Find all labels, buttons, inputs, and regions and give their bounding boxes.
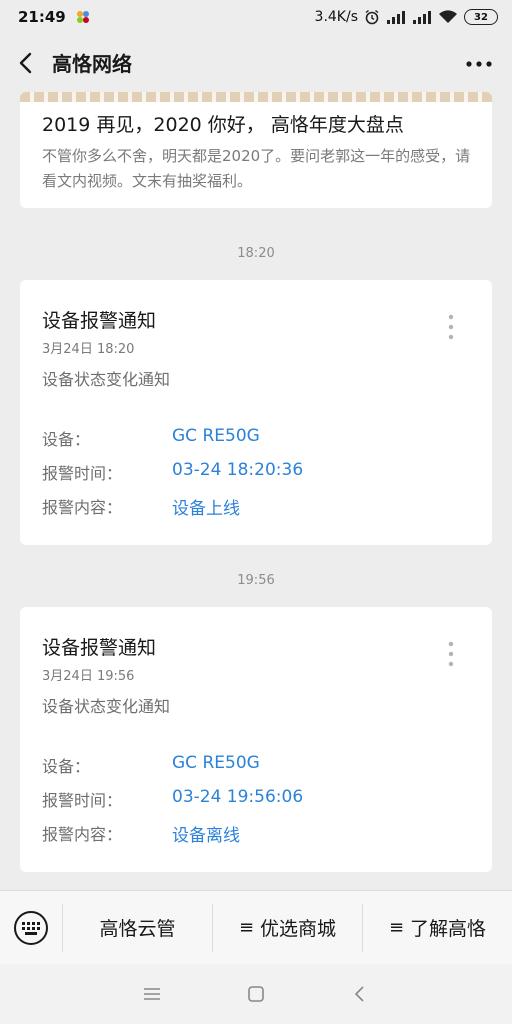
field-label: 报警内容：: [42, 498, 123, 517]
field-label: 报警时间：: [42, 464, 123, 483]
network-speed: 3.4K/s: [314, 9, 358, 25]
system-nav-bar: [0, 964, 512, 1024]
battery-icon: 32: [464, 9, 498, 25]
field-value: 03-24 18:20:36: [172, 460, 304, 480]
field-label: 设备：: [42, 757, 91, 776]
menu-item-shop[interactable]: ≡ 优选商城: [212, 903, 362, 952]
signal-icon-2: [413, 11, 431, 24]
menu-lines-icon: ≡: [238, 917, 255, 938]
field-device: 设备： GC RE50G: [42, 753, 482, 777]
status-time: 21:49: [18, 8, 66, 26]
field-label: 设备：: [42, 430, 91, 449]
article-cover-edge: [20, 92, 492, 102]
field-value: 03-24 19:56:06: [172, 787, 304, 807]
menu-item-cloud-manage[interactable]: 高恪云管: [62, 903, 212, 952]
article-title: 2019 再见，2020 你好， 高恪年度大盘点: [42, 114, 404, 136]
alarm-notice-card[interactable]: 设备报警通知 3月24日 19:56 设备状态变化通知 设备： GC RE50G…: [20, 607, 492, 872]
field-label: 报警内容：: [42, 825, 123, 844]
notice-subtitle: 设备状态变化通知: [42, 697, 171, 716]
keyboard-icon: [14, 910, 48, 945]
article-description: 不管你多么不舍，明天都是2020了。要问老郭这一年的感受，请看文内视频。文末有抽…: [42, 147, 471, 190]
message-feed[interactable]: 2019 再见，2020 你好， 高恪年度大盘点 不管你多么不舍，明天都是202…: [0, 92, 512, 890]
field-alarm-content: 报警内容： 设备离线: [42, 821, 482, 846]
menu-item-label: 优选商城: [260, 918, 337, 940]
kebab-icon[interactable]: [448, 314, 454, 340]
more-dots-icon[interactable]: [466, 60, 492, 68]
field-alarm-content: 报警内容： 设备上线: [42, 494, 482, 519]
field-device: 设备： GC RE50G: [42, 426, 482, 450]
field-alarm-time: 报警时间： 03-24 19:56:06: [42, 787, 482, 811]
page-title: 高恪网络: [52, 52, 132, 76]
kebab-icon[interactable]: [448, 641, 454, 667]
hamburger-icon: [144, 988, 160, 1000]
notice-subtitle: 设备状态变化通知: [42, 370, 171, 389]
menu-lines-icon: ≡: [388, 917, 405, 938]
field-alarm-time: 报警时间： 03-24 18:20:36: [42, 460, 482, 484]
notice-date: 3月24日 18:20: [42, 342, 135, 357]
menu-item-label: 高恪云管: [99, 918, 176, 940]
field-value: 设备离线: [172, 826, 240, 846]
app-notification-icon: [76, 11, 89, 23]
home-square-icon: [248, 986, 264, 1002]
home-button[interactable]: [242, 980, 270, 1008]
field-value: GC RE50G: [172, 426, 260, 446]
notice-title: 设备报警通知: [42, 310, 157, 332]
back-chevron-icon: [354, 986, 364, 1002]
recent-apps-button[interactable]: [138, 980, 166, 1008]
field-label: 报警时间：: [42, 791, 123, 810]
status-bar: 21:49 3.4K/s 32: [0, 0, 512, 34]
alarm-icon: [365, 9, 379, 25]
notice-title: 设备报警通知: [42, 637, 157, 659]
article-card[interactable]: 2019 再见，2020 你好， 高恪年度大盘点 不管你多么不舍，明天都是202…: [20, 92, 492, 208]
official-account-menu: 高恪云管 ≡ 优选商城 ≡ 了解高恪: [0, 890, 512, 964]
back-arrow-icon[interactable]: [14, 50, 40, 76]
alarm-notice-card[interactable]: 设备报警通知 3月24日 18:20 设备状态变化通知 设备： GC RE50G…: [20, 280, 492, 545]
signal-icon: [387, 11, 405, 24]
message-timestamp: 18:20: [237, 246, 275, 261]
system-back-button[interactable]: [346, 980, 374, 1008]
message-timestamp: 19:56: [237, 573, 275, 588]
menu-item-about[interactable]: ≡ 了解高恪: [362, 903, 512, 952]
chat-header: 高恪网络: [0, 34, 512, 92]
wifi-icon: [439, 10, 457, 23]
field-value: GC RE50G: [172, 753, 260, 773]
keyboard-toggle-button[interactable]: [0, 891, 62, 965]
field-value: 设备上线: [172, 499, 240, 519]
notice-date: 3月24日 19:56: [42, 669, 135, 684]
menu-item-label: 了解高恪: [410, 918, 487, 940]
